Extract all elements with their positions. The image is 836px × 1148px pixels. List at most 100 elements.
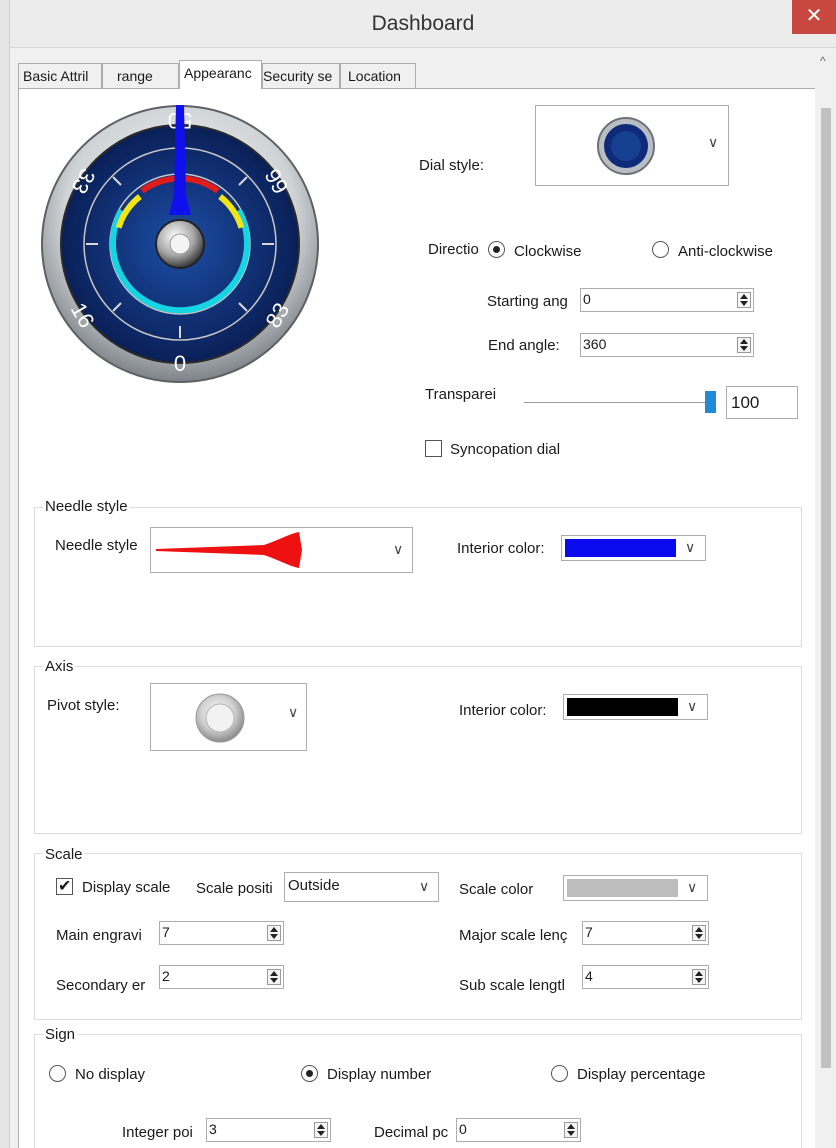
dial-style-dropdown[interactable]: ∨ xyxy=(535,105,729,186)
main-engraving-value[interactable]: 7 xyxy=(162,924,170,940)
title-bar: Dashboard ✕ xyxy=(10,0,836,48)
stepper-arrows-icon[interactable] xyxy=(692,969,706,985)
scale-position-label: Scale positi xyxy=(196,880,273,897)
axis-interior-color-label: Interior color: xyxy=(459,702,547,719)
clockwise-radio[interactable] xyxy=(488,241,505,258)
needle-color-swatch xyxy=(565,539,676,557)
checkmark-icon: ✔ xyxy=(58,878,72,895)
needle-interior-color-label: Interior color: xyxy=(457,540,545,557)
scale-color-swatch xyxy=(567,879,678,897)
integer-points-stepper[interactable]: 3 xyxy=(206,1118,331,1142)
display-percentage-label[interactable]: Display percentage xyxy=(577,1066,705,1083)
transparency-value[interactable]: 100 xyxy=(726,386,798,419)
syncopation-label[interactable]: Syncopation dial xyxy=(450,441,560,458)
dial-preview-icon xyxy=(597,117,655,175)
appearance-panel: 0 16 33 50 66 83 Dial style: ∨ Directio … xyxy=(18,88,815,1148)
pivot-preview-icon xyxy=(195,693,245,743)
gauge-label-0: 0 xyxy=(174,351,186,376)
tab-range[interactable]: range xyxy=(102,63,179,88)
scale-position-dropdown[interactable]: Outside ∨ xyxy=(284,872,439,902)
stepper-arrows-icon[interactable] xyxy=(692,925,706,941)
display-scale-checkbox[interactable]: ✔ xyxy=(56,878,73,895)
needle-style-dropdown[interactable]: ∨ xyxy=(150,527,413,573)
end-angle-stepper[interactable]: 360 xyxy=(580,333,754,357)
display-percentage-radio[interactable] xyxy=(551,1065,568,1082)
chevron-down-icon: ∨ xyxy=(288,704,299,720)
axis-interior-color-dropdown[interactable]: ∨ xyxy=(563,694,708,720)
dialog-window: Dashboard ✕ Basic Attril range Appearanc… xyxy=(0,0,836,1148)
chevron-down-icon: ∨ xyxy=(687,698,698,714)
sign-group-label: Sign xyxy=(43,1026,78,1043)
scroll-thumb[interactable] xyxy=(821,108,831,1068)
scroll-up-icon[interactable]: ^ xyxy=(820,54,826,68)
chevron-down-icon: ∨ xyxy=(685,539,696,555)
stepper-arrows-icon[interactable] xyxy=(564,1122,578,1138)
display-number-label[interactable]: Display number xyxy=(327,1066,431,1083)
decimal-points-stepper[interactable]: 0 xyxy=(456,1118,581,1142)
starting-angle-label: Starting ang xyxy=(487,293,568,310)
close-icon: ✕ xyxy=(805,5,823,27)
end-angle-value[interactable]: 360 xyxy=(583,336,606,352)
scale-group-label: Scale xyxy=(43,846,85,863)
main-engraving-stepper[interactable]: 7 xyxy=(159,921,284,945)
integer-points-label: Integer poi xyxy=(122,1124,193,1141)
secondary-engraving-label: Secondary er xyxy=(56,977,146,994)
pivot-style-label: Pivot style: xyxy=(47,697,120,714)
chevron-down-icon: ∨ xyxy=(687,879,698,895)
tab-location[interactable]: Location xyxy=(340,63,416,88)
integer-points-value[interactable]: 3 xyxy=(209,1121,217,1137)
major-scale-length-value[interactable]: 7 xyxy=(585,924,593,940)
transparency-slider-track[interactable] xyxy=(524,402,714,403)
decimal-points-value[interactable]: 0 xyxy=(459,1121,467,1137)
gauge-preview: 0 16 33 50 66 83 xyxy=(41,105,319,383)
secondary-engraving-stepper[interactable]: 2 xyxy=(159,965,284,989)
stepper-arrows-icon[interactable] xyxy=(737,337,751,353)
needle-interior-color-dropdown[interactable]: ∨ xyxy=(561,535,706,561)
tab-appearance[interactable]: Appearanc xyxy=(179,60,262,89)
axis-group-label: Axis xyxy=(43,658,76,675)
transparency-label: Transparei xyxy=(425,386,497,403)
stepper-arrows-icon[interactable] xyxy=(267,969,281,985)
tab-security-settings[interactable]: Security se xyxy=(262,63,340,88)
stepper-arrows-icon[interactable] xyxy=(267,925,281,941)
stepper-arrows-icon[interactable] xyxy=(314,1122,328,1138)
needle-preview-icon xyxy=(156,532,302,568)
direction-label: Directio xyxy=(428,241,479,258)
chevron-down-icon: ∨ xyxy=(419,878,430,894)
transparency-slider-thumb[interactable] xyxy=(705,391,716,413)
gauge-hub-center xyxy=(169,233,191,255)
tab-basic-attributes[interactable]: Basic Attril xyxy=(18,63,102,88)
sub-scale-length-value[interactable]: 4 xyxy=(585,968,593,984)
sub-scale-length-label: Sub scale lengtl xyxy=(459,977,565,994)
needle-style-label: Needle style xyxy=(55,537,138,554)
anticlockwise-label[interactable]: Anti-clockwise xyxy=(678,243,773,260)
end-angle-label: End angle: xyxy=(488,337,560,354)
chevron-down-icon: ∨ xyxy=(708,134,719,150)
secondary-engraving-value[interactable]: 2 xyxy=(162,968,170,984)
chevron-down-icon: ∨ xyxy=(393,541,404,557)
window-left-edge xyxy=(0,0,10,1148)
starting-angle-value[interactable]: 0 xyxy=(583,291,591,307)
vertical-scrollbar[interactable]: ^ xyxy=(816,48,836,1148)
scale-position-value: Outside xyxy=(288,877,340,894)
anticlockwise-radio[interactable] xyxy=(652,241,669,258)
display-number-radio[interactable] xyxy=(301,1065,318,1082)
display-scale-label[interactable]: Display scale xyxy=(82,879,170,896)
scale-color-dropdown[interactable]: ∨ xyxy=(563,875,708,901)
stepper-arrows-icon[interactable] xyxy=(737,292,751,308)
pivot-style-dropdown[interactable]: ∨ xyxy=(150,683,307,751)
dial-style-label: Dial style: xyxy=(419,157,485,174)
no-display-radio[interactable] xyxy=(49,1065,66,1082)
no-display-label[interactable]: No display xyxy=(75,1066,145,1083)
sub-scale-length-stepper[interactable]: 4 xyxy=(582,965,709,989)
close-button[interactable]: ✕ xyxy=(792,0,836,34)
starting-angle-stepper[interactable]: 0 xyxy=(580,288,754,312)
clockwise-label[interactable]: Clockwise xyxy=(514,243,582,260)
major-scale-length-label: Major scale lenç xyxy=(459,927,568,944)
syncopation-checkbox[interactable] xyxy=(425,440,442,457)
window-title: Dashboard xyxy=(371,12,475,35)
needle-group-label: Needle style xyxy=(43,498,130,515)
major-scale-length-stepper[interactable]: 7 xyxy=(582,921,709,945)
main-engraving-label: Main engravi xyxy=(56,927,142,944)
decimal-points-label: Decimal pc xyxy=(374,1124,449,1141)
